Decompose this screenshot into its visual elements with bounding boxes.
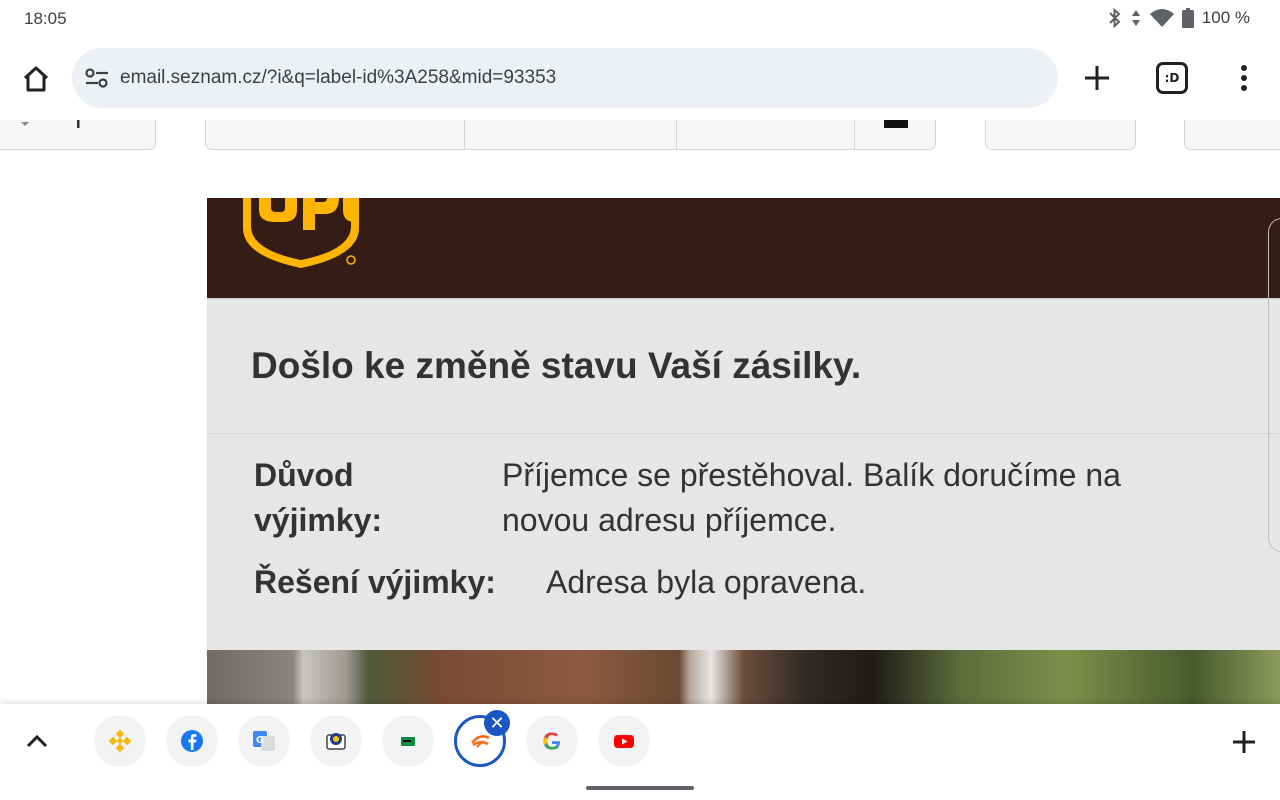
google-translate-icon: G (253, 731, 275, 751)
ups-logo (243, 198, 359, 268)
email-headline: Došlo ke změně stavu Vaší zásilky. (251, 345, 862, 386)
status-bar: 18:05 100 % (0, 0, 1280, 38)
bottom-tab-strip: G ✕ (0, 704, 1280, 778)
webmail-toolbar-button[interactable] (1184, 120, 1280, 150)
reason-label-line2: výjimky: (254, 502, 383, 538)
left-margin (0, 198, 207, 704)
solution-value: Adresa byla opravena. (546, 564, 867, 600)
mail-icon (326, 733, 346, 750)
home-icon (23, 66, 49, 92)
divider (464, 120, 465, 150)
tab-translate[interactable]: G (238, 715, 290, 767)
binance-icon (108, 729, 132, 753)
add-tab-icon[interactable] (1230, 728, 1258, 756)
home-gesture-pill[interactable] (586, 786, 694, 790)
divider (676, 120, 677, 150)
more-menu-icon[interactable] (1232, 60, 1256, 96)
reason-value-line1: Příjemce se přestěhoval. Balík doručíme … (502, 457, 1121, 493)
tab-google[interactable] (526, 715, 578, 767)
webmail-toolbar-strip (0, 120, 1280, 198)
svg-text:G: G (256, 735, 264, 746)
data-arrows-icon (1131, 10, 1140, 26)
reason-label-line1: Důvod (254, 457, 354, 493)
close-tab-icon[interactable]: ✕ (484, 710, 510, 736)
green-card-icon (401, 737, 415, 746)
tab-youtube[interactable] (598, 715, 650, 767)
tab-binance[interactable] (94, 715, 146, 767)
webmail-toolbar-button[interactable] (985, 120, 1136, 150)
panel-divider (207, 433, 1280, 434)
browser-toolbar: email.seznam.cz/?i&q=label-id%3A258&mid=… (0, 38, 1280, 120)
bluetooth-icon (1109, 8, 1121, 28)
url-text[interactable]: email.seznam.cz/?i&q=label-id%3A258&mid=… (120, 67, 556, 89)
email-photo (207, 650, 1280, 704)
youtube-icon (614, 735, 634, 748)
tab-switcher-button[interactable]: :D (1156, 62, 1188, 94)
address-bar[interactable]: email.seznam.cz/?i&q=label-id%3A258&mid=… (72, 48, 1058, 108)
tab-facebook[interactable] (166, 715, 218, 767)
new-tab-icon[interactable] (1079, 60, 1115, 96)
email-body: Došlo ke změně stavu Vaší zásilky. Důvod… (207, 198, 1280, 704)
battery-icon (1181, 8, 1194, 28)
site-settings-icon[interactable] (84, 66, 110, 90)
solution-label: Řešení výjimky: (254, 564, 496, 600)
facebook-icon (181, 730, 203, 752)
home-button[interactable] (16, 59, 56, 99)
chevron-up-icon[interactable] (24, 728, 50, 754)
status-icons: 100 % (1108, 8, 1250, 28)
folder-icon (884, 120, 908, 128)
webmail-action-group[interactable] (205, 120, 936, 150)
sort-icon (21, 120, 80, 128)
tab-count: :D (1164, 71, 1180, 85)
tab-green[interactable] (382, 715, 434, 767)
google-icon (543, 732, 560, 750)
status-time: 18:05 (24, 9, 67, 28)
reason-value-line2: novou adresu příjemce. (502, 502, 837, 538)
page-scroll-panel[interactable] (1268, 218, 1280, 552)
webmail-toolbar-button[interactable] (0, 120, 156, 150)
battery-percent: 100 % (1201, 8, 1250, 27)
divider (854, 120, 855, 150)
status-panel: Došlo ke změně stavu Vaší zásilky. Důvod… (207, 298, 1280, 650)
gesture-bar (0, 778, 1280, 800)
ups-header (207, 198, 1280, 298)
wifi-icon (1149, 9, 1174, 27)
tab-mail[interactable] (310, 715, 362, 767)
